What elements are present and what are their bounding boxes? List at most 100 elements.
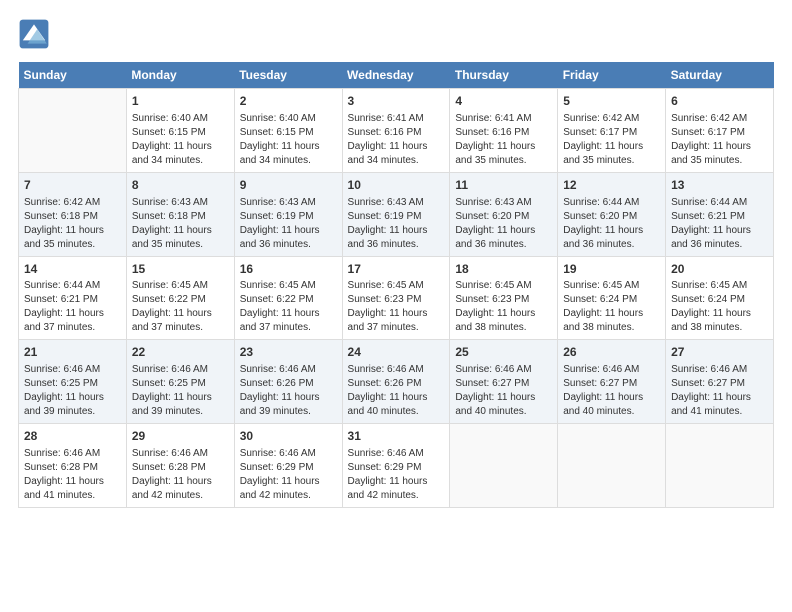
logo-icon bbox=[18, 18, 50, 50]
day-info-line: Daylight: 11 hours bbox=[348, 307, 445, 321]
day-cell: 26Sunrise: 6:46 AMSunset: 6:27 PMDayligh… bbox=[558, 340, 666, 424]
day-cell: 2Sunrise: 6:40 AMSunset: 6:15 PMDaylight… bbox=[234, 89, 342, 173]
day-info-line: Sunrise: 6:43 AM bbox=[132, 196, 229, 210]
day-info-line: and 34 minutes. bbox=[132, 154, 229, 168]
week-row-4: 21Sunrise: 6:46 AMSunset: 6:25 PMDayligh… bbox=[19, 340, 774, 424]
day-info-line: Sunset: 6:24 PM bbox=[671, 293, 768, 307]
day-info-line: and 34 minutes. bbox=[348, 154, 445, 168]
day-info-line: Sunset: 6:17 PM bbox=[671, 126, 768, 140]
day-info-line: and 36 minutes. bbox=[671, 238, 768, 252]
day-info-line: Sunrise: 6:41 AM bbox=[455, 112, 552, 126]
day-info-line: and 37 minutes. bbox=[24, 321, 121, 335]
day-info-line: Sunset: 6:23 PM bbox=[455, 293, 552, 307]
day-cell: 21Sunrise: 6:46 AMSunset: 6:25 PMDayligh… bbox=[19, 340, 127, 424]
day-info-line: and 35 minutes. bbox=[455, 154, 552, 168]
day-cell: 31Sunrise: 6:46 AMSunset: 6:29 PMDayligh… bbox=[342, 424, 450, 508]
day-info-line: Daylight: 11 hours bbox=[671, 307, 768, 321]
day-info-line: Daylight: 11 hours bbox=[563, 307, 660, 321]
day-info-line: and 41 minutes. bbox=[671, 405, 768, 419]
day-info-line: and 40 minutes. bbox=[563, 405, 660, 419]
day-info-line: Sunrise: 6:43 AM bbox=[455, 196, 552, 210]
day-number: 11 bbox=[455, 177, 552, 194]
day-info-line: Daylight: 11 hours bbox=[240, 391, 337, 405]
day-info-line: Daylight: 11 hours bbox=[348, 475, 445, 489]
day-cell: 8Sunrise: 6:43 AMSunset: 6:18 PMDaylight… bbox=[126, 172, 234, 256]
day-info-line: and 35 minutes. bbox=[563, 154, 660, 168]
day-info-line: Sunset: 6:27 PM bbox=[455, 377, 552, 391]
day-info-line: and 34 minutes. bbox=[240, 154, 337, 168]
day-info-line: Sunset: 6:29 PM bbox=[240, 461, 337, 475]
day-info-line: Sunset: 6:21 PM bbox=[24, 293, 121, 307]
day-info-line: Sunrise: 6:44 AM bbox=[671, 196, 768, 210]
day-info-line: Sunset: 6:19 PM bbox=[240, 210, 337, 224]
day-info-line: Daylight: 11 hours bbox=[24, 391, 121, 405]
day-cell bbox=[450, 424, 558, 508]
day-info-line: Daylight: 11 hours bbox=[132, 307, 229, 321]
day-info-line: Sunset: 6:23 PM bbox=[348, 293, 445, 307]
day-number: 5 bbox=[563, 93, 660, 110]
day-info-line: Sunrise: 6:40 AM bbox=[240, 112, 337, 126]
day-info-line: Daylight: 11 hours bbox=[240, 224, 337, 238]
day-info-line: Sunset: 6:21 PM bbox=[671, 210, 768, 224]
day-info-line: Sunrise: 6:43 AM bbox=[240, 196, 337, 210]
day-cell: 27Sunrise: 6:46 AMSunset: 6:27 PMDayligh… bbox=[666, 340, 774, 424]
day-info-line: Sunrise: 6:42 AM bbox=[24, 196, 121, 210]
day-info-line: Daylight: 11 hours bbox=[455, 307, 552, 321]
day-info-line: and 39 minutes. bbox=[132, 405, 229, 419]
day-cell: 17Sunrise: 6:45 AMSunset: 6:23 PMDayligh… bbox=[342, 256, 450, 340]
day-info-line: Sunset: 6:15 PM bbox=[240, 126, 337, 140]
day-info-line: Daylight: 11 hours bbox=[671, 140, 768, 154]
day-info-line: Sunrise: 6:46 AM bbox=[240, 363, 337, 377]
day-number: 25 bbox=[455, 344, 552, 361]
day-info-line: Daylight: 11 hours bbox=[132, 391, 229, 405]
day-info-line: and 41 minutes. bbox=[24, 489, 121, 503]
day-info-line: and 36 minutes. bbox=[348, 238, 445, 252]
col-sunday: Sunday bbox=[19, 62, 127, 89]
day-info-line: Sunrise: 6:45 AM bbox=[132, 279, 229, 293]
day-info-line: Sunrise: 6:46 AM bbox=[132, 447, 229, 461]
day-info-line: Sunset: 6:18 PM bbox=[24, 210, 121, 224]
day-info-line: Sunset: 6:29 PM bbox=[348, 461, 445, 475]
day-info-line: and 35 minutes. bbox=[132, 238, 229, 252]
day-info-line: Sunrise: 6:46 AM bbox=[348, 363, 445, 377]
day-info-line: Sunset: 6:17 PM bbox=[563, 126, 660, 140]
day-info-line: Sunset: 6:26 PM bbox=[348, 377, 445, 391]
day-info-line: Sunset: 6:28 PM bbox=[24, 461, 121, 475]
day-info-line: Sunset: 6:16 PM bbox=[455, 126, 552, 140]
day-info-line: Daylight: 11 hours bbox=[563, 224, 660, 238]
day-cell: 22Sunrise: 6:46 AMSunset: 6:25 PMDayligh… bbox=[126, 340, 234, 424]
day-number: 14 bbox=[24, 261, 121, 278]
day-info-line: and 36 minutes. bbox=[455, 238, 552, 252]
day-info-line: and 42 minutes. bbox=[240, 489, 337, 503]
day-info-line: Sunrise: 6:43 AM bbox=[348, 196, 445, 210]
col-saturday: Saturday bbox=[666, 62, 774, 89]
day-info-line: Sunrise: 6:44 AM bbox=[24, 279, 121, 293]
day-info-line: Daylight: 11 hours bbox=[671, 224, 768, 238]
day-number: 30 bbox=[240, 428, 337, 445]
col-friday: Friday bbox=[558, 62, 666, 89]
day-info-line: and 36 minutes. bbox=[563, 238, 660, 252]
day-info-line: Daylight: 11 hours bbox=[24, 307, 121, 321]
page: SundayMondayTuesdayWednesdayThursdayFrid… bbox=[0, 0, 792, 612]
day-info-line: Daylight: 11 hours bbox=[240, 475, 337, 489]
logo bbox=[18, 18, 54, 50]
day-number: 27 bbox=[671, 344, 768, 361]
day-info-line: Sunset: 6:16 PM bbox=[348, 126, 445, 140]
day-info-line: and 36 minutes. bbox=[240, 238, 337, 252]
day-info-line: Sunrise: 6:42 AM bbox=[563, 112, 660, 126]
day-number: 3 bbox=[348, 93, 445, 110]
day-info-line: and 35 minutes. bbox=[671, 154, 768, 168]
day-info-line: and 37 minutes. bbox=[240, 321, 337, 335]
day-cell bbox=[19, 89, 127, 173]
day-cell bbox=[558, 424, 666, 508]
day-info-line: and 40 minutes. bbox=[348, 405, 445, 419]
day-info-line: Daylight: 11 hours bbox=[455, 224, 552, 238]
day-number: 20 bbox=[671, 261, 768, 278]
day-number: 19 bbox=[563, 261, 660, 278]
day-info-line: Sunrise: 6:46 AM bbox=[132, 363, 229, 377]
day-info-line: Daylight: 11 hours bbox=[348, 391, 445, 405]
day-number: 4 bbox=[455, 93, 552, 110]
day-info-line: Sunset: 6:25 PM bbox=[132, 377, 229, 391]
day-info-line: Sunrise: 6:46 AM bbox=[455, 363, 552, 377]
header bbox=[18, 18, 774, 50]
